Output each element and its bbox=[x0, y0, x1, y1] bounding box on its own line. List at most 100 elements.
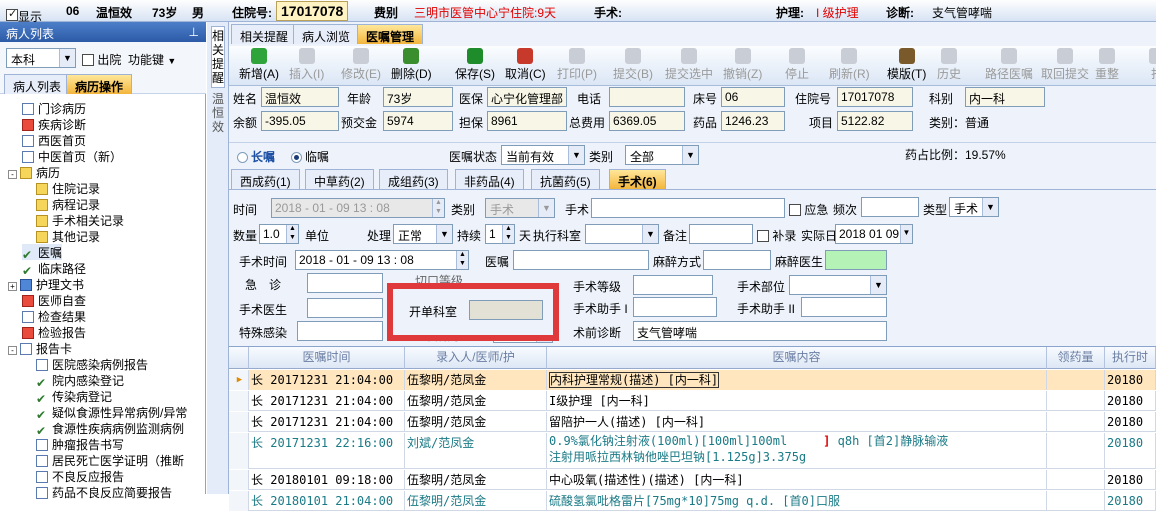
op-time-field[interactable]: 2018 - 01 - 09 13 : 08 ▲ ▼ bbox=[295, 250, 469, 270]
tree-item[interactable]: 肿瘤报告书写 bbox=[36, 436, 124, 452]
op-site-select[interactable]: ▼ bbox=[789, 275, 887, 295]
assistant1-field[interactable] bbox=[633, 297, 717, 317]
tree-item[interactable]: + 护理文书 bbox=[8, 276, 84, 292]
order-subtab[interactable]: 手术(6) bbox=[609, 169, 666, 189]
tree-item[interactable]: 西医首页 bbox=[22, 132, 86, 148]
toolbar-button[interactable]: 模版(T) bbox=[887, 48, 926, 82]
tree-item[interactable]: ✔ 疑似食源性异常病例/异常 bbox=[36, 404, 187, 422]
tree-item[interactable]: - 病历 bbox=[8, 164, 60, 180]
order-subtab[interactable]: 西成药(1) bbox=[231, 169, 300, 189]
tree-item[interactable]: 医师自查 bbox=[22, 292, 86, 308]
toolbar-button[interactable]: 删除(D) bbox=[391, 48, 432, 82]
urgent-checkbox[interactable]: 应急 bbox=[789, 201, 828, 218]
process-select[interactable]: 正常 ▼ bbox=[393, 224, 453, 244]
order-subtab[interactable]: 抗菌药(5) bbox=[531, 169, 600, 189]
grid-header[interactable]: 医嘱内容 bbox=[547, 347, 1047, 369]
discharge-checkbox[interactable]: 出院 bbox=[82, 51, 121, 68]
toolbar-button[interactable]: 提交选中 bbox=[665, 48, 713, 82]
toolbar-button[interactable]: 刷新(R) bbox=[829, 48, 870, 82]
collapse-icon[interactable]: - bbox=[8, 346, 17, 355]
table-row[interactable]: 长 20171231 21:04:00 伍黎明/范凤金 I级护理 [内一科] 2018… bbox=[229, 391, 1156, 411]
tab-order-management[interactable]: 医嘱管理 bbox=[357, 24, 424, 44]
tree-item[interactable]: 疾病诊断 bbox=[22, 116, 86, 132]
anesthetist-field[interactable] bbox=[825, 250, 887, 270]
table-row[interactable]: ▶ 长 20171231 21:04:00 伍黎明/范凤金 内科护理常规(描述) [内… bbox=[229, 370, 1156, 390]
long-order-radio[interactable]: 长嘱 bbox=[237, 148, 275, 165]
tree-item[interactable]: 居民死亡医学证明（推断 bbox=[36, 452, 184, 468]
table-row[interactable]: 长 20180101 09:18:00 伍黎明/范凤金 中心吸氧(描述性)(描述) … bbox=[229, 470, 1156, 490]
toolbar-button[interactable]: 新增(A) bbox=[239, 48, 279, 82]
grid-header[interactable] bbox=[229, 347, 249, 369]
tab-patient-list[interactable]: 病人列表 bbox=[4, 74, 71, 94]
type-select[interactable]: 手术 ▼ bbox=[485, 198, 555, 218]
toolbar-button[interactable]: 重整 bbox=[1095, 48, 1119, 82]
toolbar-button[interactable]: 取消(C) bbox=[505, 48, 546, 82]
toolbar-button[interactable]: 保存(S) bbox=[455, 48, 495, 82]
ward-select[interactable]: 本科 ▼ bbox=[6, 48, 76, 68]
freq-field[interactable] bbox=[861, 197, 919, 217]
tree-item[interactable]: 药品不良反应简要报告 bbox=[36, 484, 172, 500]
toolbar-button[interactable]: 停止 bbox=[785, 48, 809, 82]
tree-item[interactable]: 中医首页（新） bbox=[22, 148, 122, 164]
grid-header[interactable]: 领药量 bbox=[1047, 347, 1105, 369]
tree-item[interactable]: 病程记录 bbox=[36, 196, 100, 212]
toolbar-button[interactable]: 撤销(Z) bbox=[723, 48, 762, 82]
function-key-menu[interactable]: 功能键 ▼ bbox=[128, 51, 176, 68]
supplement-checkbox[interactable]: 补录 bbox=[757, 227, 796, 244]
preop-diag-field[interactable]: 支气管哮喘 bbox=[633, 321, 887, 341]
toolbar-button[interactable]: 打印(P) bbox=[557, 48, 597, 82]
toolbar-button[interactable]: 取回提交 bbox=[1041, 48, 1089, 82]
toolbar-button[interactable]: 路径医嘱 bbox=[985, 48, 1033, 82]
tree-item[interactable]: 手术相关记录 bbox=[36, 212, 124, 228]
tree-item[interactable]: ✔ 临床路径 bbox=[22, 260, 86, 278]
urgent-diag-field[interactable] bbox=[307, 273, 383, 293]
toolbar-button[interactable]: 插入(I) bbox=[289, 48, 324, 82]
grid-header[interactable]: 执行时 bbox=[1105, 347, 1156, 369]
kind-select[interactable]: 手术 ▼ bbox=[949, 197, 999, 217]
tree-item[interactable]: 门诊病历 bbox=[22, 100, 86, 116]
grid-header[interactable]: 录入人/医师/护 bbox=[405, 347, 547, 369]
order-status-select[interactable]: 当前有效 ▼ bbox=[501, 145, 585, 165]
order-subtab[interactable]: 非药品(4) bbox=[455, 169, 524, 189]
tree-item[interactable]: - 报告卡 bbox=[8, 340, 72, 356]
show-checkbox[interactable]: ✓ 显示 bbox=[6, 4, 42, 24]
op-level-field[interactable] bbox=[633, 275, 713, 295]
category-select[interactable]: 全部 ▼ bbox=[625, 145, 699, 165]
collapse-icon[interactable]: - bbox=[8, 170, 17, 179]
qty-field[interactable]: 1.0 ▲ ▼ bbox=[259, 224, 299, 244]
tab-patient-browse[interactable]: 病人浏览 bbox=[293, 24, 360, 44]
temp-order-radio[interactable]: 临嘱 bbox=[291, 148, 329, 165]
tab-record-operations[interactable]: 病历操作 bbox=[66, 74, 133, 94]
tree-item[interactable]: ✔ 食源性疾病病例监测病例 bbox=[36, 420, 184, 438]
toolbar-button[interactable]: 历史 bbox=[937, 48, 961, 82]
anesthesia-field[interactable] bbox=[703, 250, 771, 270]
remark-field[interactable] bbox=[689, 224, 753, 244]
expand-icon[interactable]: + bbox=[8, 282, 17, 291]
grid-header[interactable]: 医嘱时间 bbox=[249, 347, 405, 369]
tree-item[interactable]: ✔ 医嘱 bbox=[22, 244, 63, 262]
tree-item[interactable]: 住院记录 bbox=[36, 180, 100, 196]
table-row[interactable]: 长 20171231 21:04:00 伍黎明/范凤金 留陪护一人(描述) [内一科… bbox=[229, 412, 1156, 432]
tree-item[interactable]: 其他记录 bbox=[36, 228, 100, 244]
open-dept-field[interactable] bbox=[469, 300, 543, 320]
related-reminder-vtab[interactable]: 相关提醒 bbox=[211, 26, 225, 88]
toolbar-button[interactable]: 修改(E) bbox=[341, 48, 381, 82]
surgery-field[interactable] bbox=[591, 198, 785, 218]
tree-item[interactable]: ✔ 传染病登记 bbox=[36, 388, 112, 406]
special-infect-field[interactable] bbox=[297, 321, 383, 341]
time-field[interactable]: 2018 - 01 - 09 13 : 08 ▲ ▼ bbox=[271, 198, 445, 218]
tree-item[interactable]: 检验报告 bbox=[22, 324, 86, 340]
table-row[interactable]: 长 20180101 21:04:00 伍黎明/范凤金 硫酸氢氯吡格雷片[75mg*… bbox=[229, 491, 1156, 511]
duration-field[interactable]: 1 ▲ ▼ bbox=[485, 224, 515, 244]
order-subtab[interactable]: 中草药(2) bbox=[305, 169, 374, 189]
pin-icon[interactable]: ⊥ bbox=[189, 25, 199, 39]
tree-item[interactable]: 医院感染病例报告 bbox=[36, 356, 148, 372]
assistant2-field[interactable] bbox=[801, 297, 887, 317]
tree-item[interactable]: 检查结果 bbox=[22, 308, 86, 324]
surgeon-field[interactable] bbox=[307, 298, 383, 318]
tree-item[interactable]: 不良反应报告 bbox=[36, 468, 124, 484]
tab-related-reminder[interactable]: 相关提醒 bbox=[231, 24, 298, 44]
actual-date-field[interactable]: 2018 01 09 ▼ bbox=[835, 224, 913, 244]
table-row[interactable]: 长 20171231 22:16:00 刘斌/范凤金 0.9%氯化钠注射液(100m… bbox=[229, 433, 1156, 469]
exec-dept-select[interactable]: ▼ bbox=[585, 224, 659, 244]
